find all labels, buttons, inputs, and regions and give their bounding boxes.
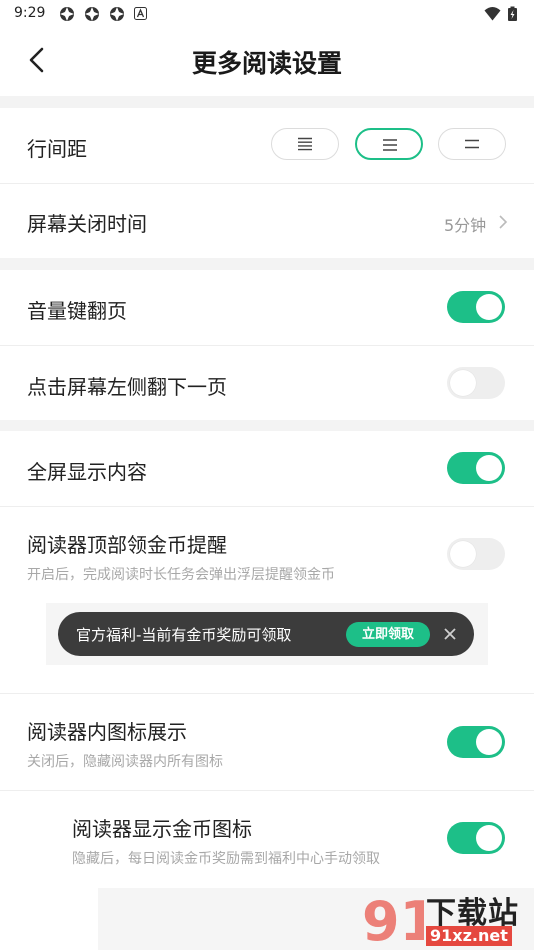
volume-key-page-turn-toggle[interactable] <box>447 291 505 323</box>
watermark-url: 91xz.net <box>426 926 512 946</box>
coin-reminder-row: 阅读器顶部领金币提醒 开启后，完成阅读时长任务会弹出浮层提醒领金币 <box>0 507 534 693</box>
toggle-knob <box>450 370 476 396</box>
toggle-knob <box>476 729 502 755</box>
screen-off-time-value: 5分钟 <box>444 216 487 235</box>
app-notification-icon <box>110 7 124 21</box>
icon-display-toggle[interactable] <box>447 726 505 758</box>
fullscreen-content-label: 全屏显示内容 <box>27 460 147 484</box>
icon-display-label: 阅读器内图标展示 <box>27 720 187 744</box>
coin-reminder-preview-toast: 官方福利-当前有金币奖励可领取 立即领取 <box>58 612 474 656</box>
toggle-knob <box>476 825 502 851</box>
line-spacing-large-option[interactable] <box>271 128 339 160</box>
claim-now-button[interactable]: 立即领取 <box>346 622 430 647</box>
status-time: 9:29 <box>14 5 46 21</box>
battery-icon <box>508 6 517 21</box>
fullscreen-content-toggle[interactable] <box>447 452 505 484</box>
chevron-right-icon <box>499 215 508 229</box>
coin-icon-row: 阅读器显示金币图标 隐藏后，每日阅读金币奖励需到福利中心手动领取 <box>0 791 534 887</box>
coin-icon-toggle[interactable] <box>447 822 505 854</box>
section-divider <box>0 96 534 108</box>
tap-left-page-turn-row: 点击屏幕左侧翻下一页 <box>0 346 534 420</box>
coin-icon-description: 隐藏后，每日阅读金币奖励需到福利中心手动领取 <box>72 851 380 867</box>
top-app-bar: 更多阅读设置 <box>0 28 534 96</box>
status-bar: 9:29 <box>0 0 534 28</box>
toggle-knob <box>476 294 502 320</box>
section-divider <box>0 258 534 270</box>
coin-reminder-label: 阅读器顶部领金币提醒 <box>27 533 227 557</box>
coin-icon-label: 阅读器显示金币图标 <box>72 817 252 841</box>
tap-left-page-turn-label: 点击屏幕左侧翻下一页 <box>27 375 227 399</box>
volume-key-page-turn-row: 音量键翻页 <box>0 270 534 345</box>
line-spacing-small-icon <box>465 139 479 149</box>
icon-display-row: 阅读器内图标展示 关闭后，隐藏阅读器内所有图标 <box>0 694 534 790</box>
close-icon[interactable] <box>440 624 460 644</box>
line-spacing-medium-option[interactable] <box>355 128 423 160</box>
watermark: 91 下载站 91xz.net <box>360 886 534 950</box>
volume-key-page-turn-label: 音量键翻页 <box>27 299 127 323</box>
a-badge-icon <box>134 7 147 20</box>
screen-off-time-label: 屏幕关闭时间 <box>27 212 147 236</box>
svg-text:91: 91 <box>362 890 424 948</box>
icon-display-description: 关闭后，隐藏阅读器内所有图标 <box>27 754 223 770</box>
coin-reminder-toggle[interactable] <box>447 538 505 570</box>
fullscreen-content-row: 全屏显示内容 <box>0 431 534 506</box>
line-spacing-large-icon <box>298 137 312 151</box>
toast-message: 官方福利-当前有金币奖励可领取 <box>76 626 292 644</box>
section-divider <box>0 420 534 431</box>
wifi-icon <box>484 7 501 21</box>
line-spacing-medium-icon <box>383 139 397 151</box>
page-title: 更多阅读设置 <box>191 49 342 78</box>
app-notification-icon <box>85 7 99 21</box>
tap-left-page-turn-toggle[interactable] <box>447 367 505 399</box>
coin-reminder-description: 开启后，完成阅读时长任务会弹出浮层提醒领金币 <box>27 567 335 583</box>
app-notification-icon <box>60 7 74 21</box>
line-spacing-label: 行间距 <box>27 137 87 161</box>
toggle-knob <box>450 541 476 567</box>
screen-off-time-row[interactable]: 屏幕关闭时间 5分钟 <box>0 184 534 258</box>
line-spacing-small-option[interactable] <box>438 128 506 160</box>
toggle-knob <box>476 455 502 481</box>
watermark-logo-icon: 91 <box>362 890 424 948</box>
